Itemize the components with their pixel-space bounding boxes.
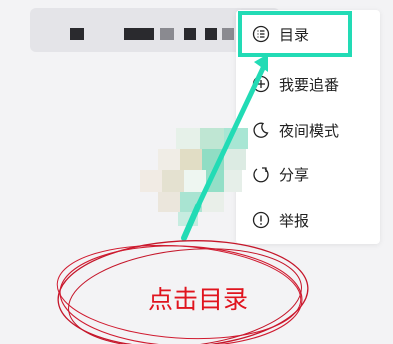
- mosaic-cell: [202, 149, 224, 170]
- mosaic-cell: [180, 192, 202, 212]
- mosaic-cell: [180, 149, 202, 170]
- blurred-content: [70, 28, 84, 40]
- blurred-content: [124, 28, 154, 40]
- annotation-label: 点击目录: [147, 285, 248, 314]
- mosaic-cell: [178, 212, 198, 226]
- blurred-content: [184, 28, 196, 40]
- menu-item-follow[interactable]: 我要追番: [236, 65, 380, 103]
- menu-item-report[interactable]: 举报: [236, 201, 380, 239]
- share-icon: [252, 165, 270, 183]
- blurred-content: [160, 28, 174, 40]
- highlight-box: [238, 11, 352, 57]
- blurred-content: [222, 28, 234, 40]
- alert-circle-icon: [252, 211, 270, 229]
- blurred-content: [205, 28, 217, 40]
- mosaic-cell: [224, 149, 246, 170]
- mosaic-cell: [206, 170, 224, 192]
- mosaic-cell: [202, 192, 224, 212]
- mosaic-cell: [224, 128, 248, 149]
- menu-item-label: 举报: [279, 211, 310, 230]
- mosaic-cell: [158, 149, 180, 170]
- menu-item-night-mode[interactable]: 夜间模式: [236, 111, 380, 149]
- menu-item-label: 我要追番: [279, 75, 340, 94]
- menu-item-label: 夜间模式: [279, 121, 340, 140]
- mosaic-cell: [184, 170, 206, 192]
- moon-icon: [252, 121, 270, 139]
- plus-circle-icon: [252, 75, 270, 93]
- menu-item-share[interactable]: 分享: [236, 155, 380, 193]
- mosaic-cell: [140, 170, 162, 192]
- mosaic-cell: [224, 170, 242, 192]
- mosaic-cell: [162, 170, 184, 192]
- menu-item-label: 分享: [279, 165, 310, 184]
- mosaic-cell: [200, 128, 224, 149]
- mosaic-cell: [176, 128, 200, 149]
- mosaic-cell: [158, 192, 180, 212]
